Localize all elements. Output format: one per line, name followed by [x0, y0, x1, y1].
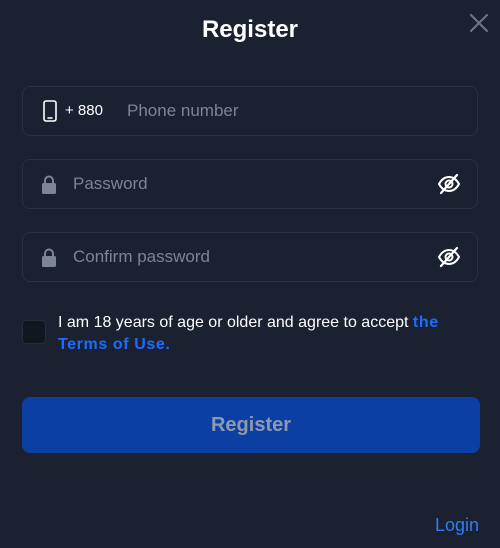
confirm-password-field[interactable]	[22, 232, 478, 282]
terms-label: I am 18 years of age or older and agree …	[58, 314, 413, 331]
password-input[interactable]	[73, 160, 423, 208]
login-link[interactable]: Login	[435, 514, 479, 536]
terms-checkbox[interactable]	[22, 320, 46, 344]
phone-icon	[43, 100, 57, 122]
country-code-selector[interactable]: + 880	[65, 87, 103, 135]
eye-off-icon[interactable]	[437, 245, 461, 269]
phone-field[interactable]: + 880	[22, 86, 478, 136]
modal-title: Register	[201, 16, 299, 43]
close-button[interactable]	[468, 12, 490, 34]
eye-off-icon[interactable]	[437, 172, 461, 196]
lock-icon	[42, 175, 56, 194]
register-button[interactable]: Register	[22, 397, 480, 453]
confirm-password-input[interactable]	[73, 233, 423, 281]
close-icon	[470, 14, 488, 32]
register-modal: Register + 880 Phone number I am 18 year…	[0, 0, 500, 548]
terms-text: I am 18 years of age or older and agree …	[58, 312, 468, 356]
phone-number-input[interactable]	[127, 87, 457, 135]
password-field[interactable]	[22, 159, 478, 209]
lock-icon	[42, 248, 56, 267]
